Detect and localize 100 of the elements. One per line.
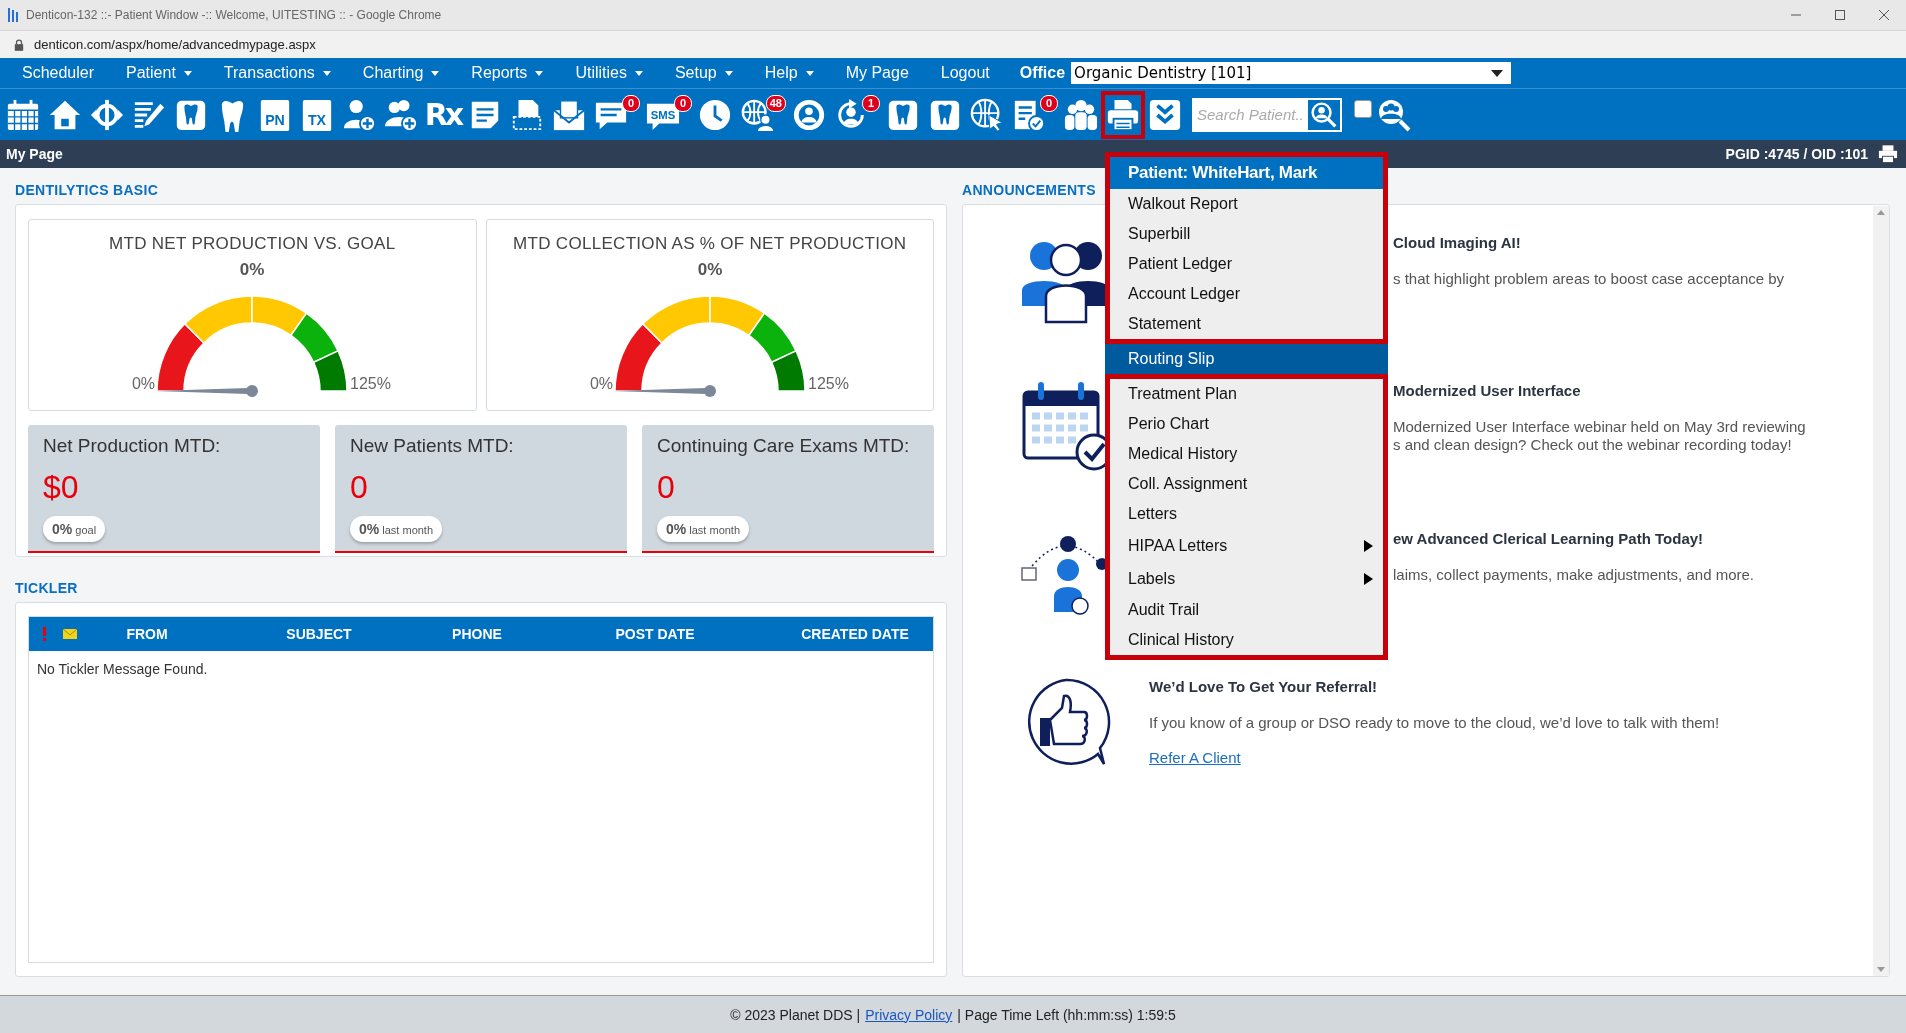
toolbar-button[interactable]: 0	[592, 93, 640, 136]
menu-item[interactable]: Labels	[1110, 562, 1383, 595]
gauge-max-label: 125%	[807, 375, 849, 392]
menu-item[interactable]: Superbill	[1110, 219, 1383, 249]
section-heading: ANNOUNCEMENTS	[962, 182, 1096, 198]
coin-arrows-icon	[90, 97, 124, 132]
page-time-text: | Page Time Left (hh:mm:ss) 1:59:5	[957, 1006, 1176, 1023]
announcement-text: laims, collect payments, make adjustments, and more.	[1393, 566, 1754, 584]
submenu-arrow-icon	[1364, 539, 1373, 552]
checkbox[interactable]	[1354, 99, 1372, 118]
caret-icon	[805, 70, 814, 76]
gauge-max-label: 125%	[350, 375, 392, 392]
menu-item[interactable]: Account Ledger	[1110, 279, 1383, 309]
menu-item[interactable]: Help	[748, 64, 830, 82]
stat-title: Net Production MTD:	[43, 435, 221, 457]
search-icon	[1311, 101, 1337, 128]
menu-item[interactable]: Routing Slip	[1105, 339, 1388, 379]
menu-item[interactable]: Scheduler	[6, 64, 111, 82]
stat-value: 0	[350, 469, 368, 506]
printer-icon[interactable]	[1878, 144, 1898, 164]
toolbar-button[interactable]: 0	[1010, 93, 1058, 136]
menu-item[interactable]: Utilities	[559, 64, 659, 82]
announcement-title: We’d Love To Get Your Referral!	[1149, 678, 1378, 695]
menu-item[interactable]: Coll. Assignment	[1110, 469, 1383, 499]
count-badge: 0	[674, 94, 692, 112]
menu-item[interactable]: Walkout Report	[1110, 189, 1383, 219]
announcement-text: If you know of a group or DSO ready to move to the cloud, we’d love to talk with them!	[1149, 714, 1720, 732]
window-title: Denticon-132 ::- Patient Window -:: Welcome, UITESTING :: - Google Chrome	[26, 8, 443, 22]
announcement-text: s and clean design? Check out the webinar recording today!	[1393, 436, 1793, 454]
app-logo-icon	[8, 8, 18, 22]
toolbar-button[interactable]: SMS 0	[644, 93, 692, 136]
section-heading: DENTILYTICS BASIC	[15, 182, 159, 198]
office-label: Office	[1019, 64, 1066, 82]
menu-item[interactable]: Logout	[924, 64, 1006, 82]
column-header[interactable]: CREATED DATE	[785, 626, 925, 642]
menu-item[interactable]: Treatment Plan	[1110, 379, 1383, 409]
gauge-min-label: 0%	[132, 375, 156, 392]
stat-title: Continuing Care Exams MTD:	[657, 435, 910, 457]
menu-item[interactable]: Perio Chart	[1110, 409, 1383, 439]
column-header[interactable]: POST DATE	[525, 626, 785, 642]
url-text[interactable]: denticon.com/aspx/home/advancedmypage.aspx	[34, 37, 316, 52]
menu-item[interactable]: My Page	[829, 64, 925, 82]
menu-item[interactable]: Clinical History	[1110, 625, 1383, 655]
caret-icon	[183, 70, 192, 76]
caret-icon	[1491, 69, 1504, 77]
count-badge: 1	[862, 94, 880, 112]
menu-item[interactable]: Patient	[110, 64, 208, 82]
page-title: My Page	[6, 146, 63, 162]
column-header[interactable]: PHONE	[429, 626, 525, 642]
search-field[interactable]: Search Patient...	[1192, 97, 1306, 132]
menu-item[interactable]: Setup	[658, 64, 749, 82]
menu-item[interactable]: Transactions	[207, 64, 347, 82]
toolbar-button[interactable]	[1104, 93, 1142, 136]
clock-icon	[698, 97, 732, 132]
page-ids: PGID :4745 / OID :101	[1725, 146, 1868, 162]
toolbar-button[interactable]: 48	[738, 93, 786, 136]
chevrons-down-icon	[1148, 97, 1182, 132]
menu-item[interactable]: Reports	[455, 64, 560, 82]
stat-badge: 0% goal	[43, 516, 106, 542]
menu-header: Patient: WhiteHart, Mark	[1110, 157, 1383, 189]
caret-icon	[322, 70, 331, 76]
gauge-title: MTD COLLECTION AS % OF NET PRODUCTION	[513, 234, 907, 254]
maximize-icon[interactable]	[1833, 9, 1847, 21]
link[interactable]: Refer A Client	[1149, 749, 1241, 766]
column-header[interactable]: SUBJECT	[209, 626, 429, 642]
menu-item[interactable]: Letters	[1110, 499, 1383, 529]
section-heading: TICKLER	[15, 580, 78, 596]
lock-icon	[14, 38, 24, 51]
privacy-link[interactable]: Privacy Policy	[865, 1006, 953, 1023]
add-people-icon	[384, 97, 418, 132]
count-badge: 0	[1040, 94, 1058, 112]
stat-badge: 0% last month	[657, 516, 750, 542]
people-icon	[1064, 97, 1098, 132]
announcement-title: Cloud Imaging AI!	[1393, 234, 1521, 251]
add-person-icon	[342, 97, 376, 132]
stat-value: 0	[657, 469, 675, 506]
caret-icon	[634, 70, 643, 76]
stat-badge: 0% last month	[350, 516, 443, 542]
close-icon[interactable]	[1877, 9, 1891, 21]
gauge-min-label: 0%	[589, 375, 613, 392]
stat-title: New Patients MTD:	[350, 435, 514, 457]
globe-cursor-icon	[970, 97, 1004, 132]
column-header[interactable]: FROM	[85, 626, 209, 642]
search-button[interactable]	[1306, 97, 1342, 132]
submenu-arrow-icon	[1364, 572, 1373, 585]
menu-item[interactable]: Audit Trail	[1110, 595, 1383, 625]
menu-item[interactable]: Statement	[1110, 309, 1383, 339]
empty-message: No Tickler Message Found.	[36, 660, 209, 679]
menu-item[interactable]: Medical History	[1110, 439, 1383, 469]
printer-icon	[1106, 97, 1140, 132]
menu-item[interactable]: HIPAA Letters	[1110, 529, 1383, 562]
menu-item[interactable]: Patient Ledger	[1110, 249, 1383, 279]
announcement-title: Modernized User Interface	[1393, 382, 1581, 399]
toolbar-button[interactable]: 1	[832, 93, 880, 136]
gauge-value: 0%	[239, 260, 265, 279]
scanner-icon	[510, 97, 544, 132]
announcement-text: s that highlight problem areas to boost case acceptance by	[1393, 270, 1785, 288]
envelope-icon	[63, 629, 77, 639]
office-select[interactable]: Organic Dentistry [101]	[1071, 62, 1512, 84]
menu-item[interactable]: Charting	[346, 64, 456, 82]
